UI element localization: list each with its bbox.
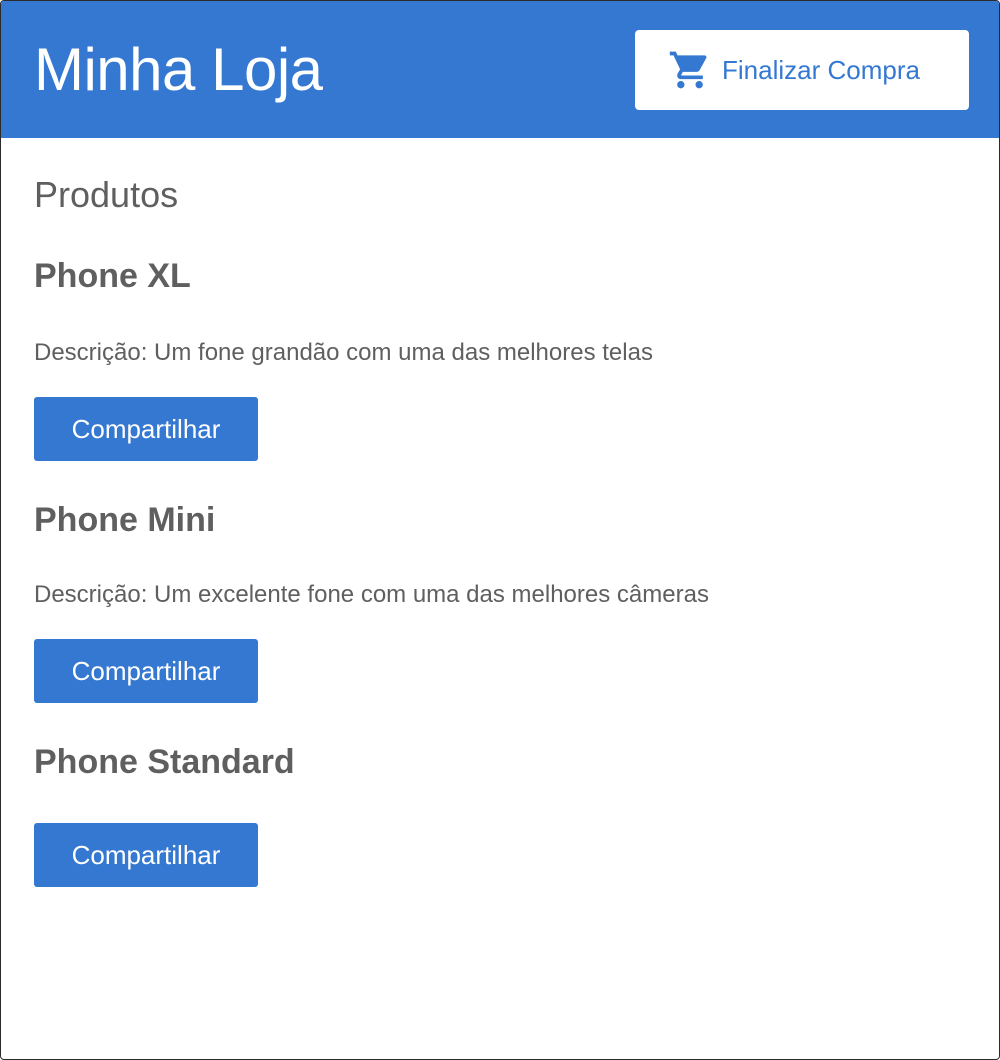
product-description-phone-xl: Descrição: Um fone grandão com uma das m… [34,339,653,366]
checkout-label: Finalizar Compra [722,54,920,85]
share-button-phone-standard[interactable]: Compartilhar [34,823,258,887]
app-window: Minha Loja Finalizar Compra Produtos Pho… [0,0,1000,1060]
app-title[interactable]: Minha Loja [34,35,323,105]
share-button-phone-mini[interactable]: Compartilhar [34,639,258,703]
checkout-button[interactable]: Finalizar Compra [635,30,969,110]
share-button-phone-xl[interactable]: Compartilhar [34,397,258,461]
section-title: Produtos [34,174,179,215]
product-name-phone-xl[interactable]: Phone XL [34,256,191,296]
top-bar: Minha Loja Finalizar Compra [1,1,999,138]
shopping-cart-icon [668,48,712,92]
product-description-phone-mini: Descrição: Um excelente fone com uma das… [34,581,709,608]
product-name-phone-mini[interactable]: Phone Mini [34,500,215,540]
product-name-phone-standard[interactable]: Phone Standard [34,742,295,782]
